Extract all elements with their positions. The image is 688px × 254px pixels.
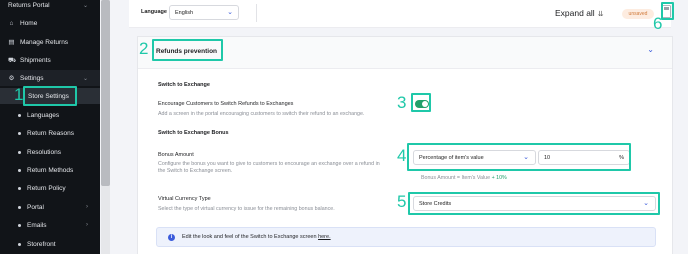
double-chevron-down-icon: ⇊ bbox=[597, 11, 604, 18]
chevron-down-icon: ⌄ bbox=[82, 2, 88, 9]
sidebar-item-home[interactable]: ⌂ Home bbox=[0, 15, 100, 31]
sidebar-item-label: Portal bbox=[27, 203, 44, 211]
bullet-icon bbox=[18, 223, 21, 227]
sidebar-subitem-storefront[interactable]: Storefront bbox=[0, 236, 100, 252]
highlight-refunds-prevention bbox=[152, 39, 223, 61]
sidebar-item-label: Return Reasons bbox=[27, 129, 74, 137]
sidebar-subitem-emails[interactable]: Emails › bbox=[0, 217, 100, 233]
exchange-section-title: Switch to Exchange bbox=[158, 82, 210, 88]
currency-type-description: Select the type of virtual currency to i… bbox=[158, 206, 335, 212]
bonus-amount-label: Bonus Amount bbox=[158, 152, 194, 158]
bullet-icon bbox=[18, 113, 21, 117]
sidebar-item-label: Manage Returns bbox=[20, 38, 69, 46]
exchange-label: Encourage Customers to Switch Refunds to… bbox=[158, 101, 294, 107]
clipboard-icon: ▤ bbox=[8, 38, 15, 46]
annotation-number-6: 6 bbox=[653, 14, 663, 33]
bullet-icon bbox=[18, 242, 21, 246]
expand-all-button[interactable]: Expand all ⇊ bbox=[555, 8, 604, 18]
sidebar: Returns Portal ⌄ ⌂ Home ▤ Manage Returns… bbox=[0, 0, 100, 254]
language-select[interactable]: English ⌄ bbox=[169, 5, 239, 20]
sidebar-scroll-thumb[interactable] bbox=[101, 0, 110, 186]
info-banner: i Edit the look and feel of the Switch t… bbox=[156, 227, 656, 247]
settings-toolbar: Language English ⌄ Expand all ⇊ unsaved bbox=[129, 0, 671, 28]
bonus-formula-hint: Bonus Amount = Item's Value + 10% bbox=[421, 175, 507, 181]
sidebar-item-label: Resolutions bbox=[27, 148, 61, 156]
sidebar-item-returns-portal[interactable]: Returns Portal ⌄ bbox=[0, 0, 100, 13]
language-label: Language bbox=[141, 9, 167, 15]
annotation-number-3: 3 bbox=[397, 93, 407, 112]
sidebar-item-manage-returns[interactable]: ▤ Manage Returns bbox=[0, 34, 100, 50]
chevron-right-icon: › bbox=[86, 222, 88, 228]
sidebar-subitem-portal[interactable]: Portal › bbox=[0, 199, 100, 215]
gear-icon: ⚙ bbox=[8, 74, 15, 82]
highlight-currency-type bbox=[408, 192, 660, 215]
sidebar-item-label: Returns Portal bbox=[8, 1, 50, 9]
bonus-description-line2: the Switch to Exchange screen. bbox=[158, 168, 233, 174]
sidebar-item-label: Emails bbox=[27, 221, 47, 229]
highlight-exchange-toggle bbox=[411, 93, 431, 112]
bonus-hint-text: Bonus Amount = Item's Value bbox=[421, 175, 491, 181]
bullet-icon bbox=[18, 131, 21, 135]
sidebar-item-label: Languages bbox=[27, 111, 60, 119]
bonus-description-line1: Configure the bonus you want to give to … bbox=[158, 161, 380, 167]
sidebar-item-label: Return Policy bbox=[27, 184, 66, 192]
edit-screen-link[interactable]: here. bbox=[318, 234, 331, 240]
annotation-number-5: 5 bbox=[397, 192, 407, 211]
highlight-save-icon bbox=[661, 2, 674, 20]
expand-all-label: Expand all bbox=[555, 8, 595, 18]
annotation-number-1: 1 bbox=[14, 85, 24, 104]
sidebar-subitem-languages[interactable]: Languages bbox=[0, 107, 100, 123]
chevron-down-icon[interactable]: ⌄ bbox=[647, 45, 654, 54]
info-text: Edit the look and feel of the Switch to … bbox=[182, 234, 331, 240]
truck-icon: ⛟ bbox=[8, 56, 17, 64]
chevron-down-icon: ⌄ bbox=[227, 9, 233, 16]
home-icon: ⌂ bbox=[9, 19, 14, 27]
sidebar-item-label: Return Methods bbox=[27, 166, 74, 174]
bullet-icon bbox=[18, 168, 21, 172]
sidebar-subitem-resolutions[interactable]: Resolutions bbox=[0, 144, 100, 160]
bullet-icon bbox=[18, 150, 21, 154]
app-root: Returns Portal ⌄ ⌂ Home ▤ Manage Returns… bbox=[0, 0, 688, 254]
sidebar-item-label: Storefront bbox=[27, 240, 56, 248]
language-value: English bbox=[175, 10, 194, 16]
chevron-right-icon: › bbox=[86, 204, 88, 210]
highlight-bonus-amount bbox=[407, 143, 631, 171]
annotation-number-2: 2 bbox=[139, 39, 149, 58]
sidebar-subitem-return-policy[interactable]: Return Policy bbox=[0, 180, 100, 196]
sidebar-item-label: Shipments bbox=[20, 56, 51, 64]
annotation-number-4: 4 bbox=[397, 146, 407, 165]
bonus-section-title: Switch to Exchange Bonus bbox=[158, 130, 229, 136]
bullet-icon bbox=[18, 205, 21, 209]
sidebar-item-label: Settings bbox=[20, 74, 44, 82]
bullet-icon bbox=[18, 186, 21, 190]
currency-type-label: Virtual Currency Type bbox=[158, 196, 211, 202]
info-icon: i bbox=[168, 234, 175, 241]
sidebar-item-label: Home bbox=[20, 19, 38, 27]
chevron-down-icon: ⌄ bbox=[82, 75, 88, 82]
sidebar-subitem-return-methods[interactable]: Return Methods bbox=[0, 162, 100, 178]
highlight-store-settings bbox=[23, 86, 77, 106]
bonus-hint-accent: + 10% bbox=[491, 175, 507, 181]
toolbar-divider bbox=[256, 4, 257, 22]
sidebar-subitem-return-reasons[interactable]: Return Reasons bbox=[0, 125, 100, 141]
exchange-description: Add a screen in the portal encouraging c… bbox=[158, 111, 365, 117]
unsaved-badge: unsaved bbox=[622, 9, 654, 19]
info-message: Edit the look and feel of the Switch to … bbox=[182, 234, 317, 240]
sidebar-item-shipments[interactable]: ⛟ Shipments bbox=[0, 52, 100, 68]
sidebar-item-settings[interactable]: ⚙ Settings ⌄ bbox=[0, 70, 100, 86]
